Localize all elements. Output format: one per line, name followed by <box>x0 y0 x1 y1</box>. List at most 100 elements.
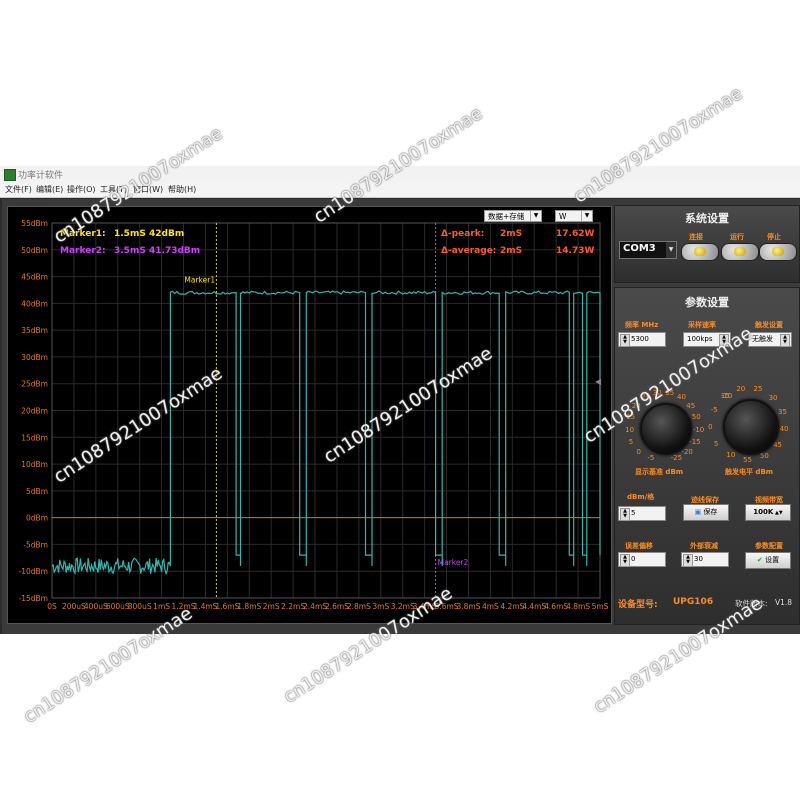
checkmark-icon: ✔ <box>756 556 766 564</box>
device-model-label: 设备型号: <box>618 600 658 610</box>
window-title: 功率计软件 <box>18 171 64 181</box>
y-tick-label: 5dBm <box>26 487 48 496</box>
frequency-label: 频率 MHz <box>625 321 659 329</box>
stop-button[interactable] <box>759 243 797 261</box>
reference-knob-tick: 5 <box>628 437 634 446</box>
com-port-select[interactable]: COM3 ▼ <box>619 241 677 259</box>
x-tick-label: 2.4mS <box>303 602 327 611</box>
y-tick-label: 40dBm <box>21 299 48 308</box>
per-div-label: dBm/格 <box>627 493 655 501</box>
video-bandwidth-value: 100K <box>753 508 774 516</box>
led-indicator <box>694 247 706 256</box>
reference-knob-tick: 0 <box>636 447 641 456</box>
x-tick-label: 4.6mS <box>544 602 568 611</box>
error-offset-value: 0 <box>631 555 636 563</box>
trigger-knob-tick: 20 <box>736 384 746 393</box>
trigger-knob-tick: 50 <box>759 452 769 461</box>
system-settings-section: 系统设置 COM3 ▼ 连接 运行 停止 <box>614 205 800 283</box>
chevron-down-icon: ▼ <box>666 242 676 258</box>
x-tick-label: 800uS <box>128 602 152 611</box>
x-tick-label: 2.2mS <box>281 602 305 611</box>
chevron-down-icon: ▼ <box>530 211 541 221</box>
trigger-knob-tick: 5 <box>713 439 719 448</box>
reference-knob-tick: 45 <box>686 401 696 410</box>
software-version-value: V1.8 <box>775 598 793 607</box>
com-port-value: COM3 <box>623 243 656 254</box>
marker1-time: 1.5mS <box>114 229 146 239</box>
mode-select[interactable]: 数据+存储 ▼ <box>484 210 542 222</box>
x-tick-label: 0S <box>47 602 57 611</box>
led-indicator <box>734 247 746 256</box>
trigger-knob-tick: -10 <box>720 392 733 401</box>
x-tick-label: 1.6mS <box>215 602 239 611</box>
param-config-label: 参数配置 <box>755 542 783 550</box>
marker1-plot-label: Marker1 <box>184 276 215 285</box>
y-tick-label: -5dBm <box>23 540 48 549</box>
x-tick-label: 1.8mS <box>237 602 261 611</box>
unit-select-value: W <box>559 212 567 221</box>
x-tick-label: 200uS <box>62 602 86 611</box>
marker2-time: 3.5mS <box>114 246 146 256</box>
x-tick-label: 2mS <box>263 602 280 611</box>
updown-icon: ▲▼ <box>683 554 693 567</box>
reference-knob-tick: -20 <box>681 447 693 456</box>
parameter-settings-section: 参数设置 频率 MHz ▲ ▼ 5300 采样速率 100kps ▲ ▼ 触发设置 … <box>614 287 800 625</box>
marker2-value: 41.73dBm <box>149 246 201 256</box>
updown-icon: ▲▼ <box>620 334 630 347</box>
trigger-knob-tick: 40 <box>779 425 789 434</box>
parameter-settings-title: 参数设置 <box>685 296 729 309</box>
param-config-button[interactable]: ✔ 设置 <box>745 552 791 569</box>
reference-knob-tick: 10 <box>625 425 635 434</box>
reference-level-label: 显示基准 dBm <box>635 468 684 476</box>
reference-knob-tick: 40 <box>677 393 686 402</box>
x-tick-label: 1.4mS <box>193 602 217 611</box>
power-scope: 55dBm 50dBm 45dBm 40dBm 35dBm 30dBm 25dBm 20dBm… <box>7 206 612 624</box>
video-bandwidth-select[interactable]: 100K ▲▼ <box>745 504 791 521</box>
trigger-knob-tick: 10 <box>726 451 736 460</box>
x-tick-label: 4.8mS <box>566 602 590 611</box>
per-div-input[interactable]: ▲ ▼ 5 <box>618 506 666 521</box>
x-tick-label: 2.6mS <box>325 602 349 611</box>
led-indicator <box>772 247 784 256</box>
trigger-knob-tick: 0 <box>708 423 713 432</box>
trace-save-button[interactable]: ▣ 保存 <box>683 504 729 521</box>
reference-knob-tick: -5 <box>647 453 655 462</box>
x-tick-label: 400uS <box>84 602 108 611</box>
reference-knob-tick: 50 <box>691 413 701 421</box>
menu-edit[interactable]: 编辑(E) <box>36 184 63 195</box>
menu-operate[interactable]: 操作(O) <box>67 184 96 195</box>
system-settings-title: 系统设置 <box>685 212 729 225</box>
delta-peak-label: Δ-peark: <box>441 229 485 239</box>
app-icon <box>4 169 16 181</box>
y-tick-label: 15dBm <box>21 433 48 442</box>
external-attenuation-input[interactable]: ▲ ▼ 30 <box>681 552 729 567</box>
marker1-value: 42dBm <box>149 229 185 239</box>
unit-select[interactable]: W ▼ <box>555 210 593 222</box>
menu-help[interactable]: 帮助(H) <box>168 184 196 195</box>
frequency-input[interactable]: ▲ ▼ 5300 <box>618 332 666 347</box>
collapse-arrow-icon[interactable]: ◀ <box>595 377 601 386</box>
delta-peak-time: 2mS <box>500 229 523 239</box>
x-tick-label: 600uS <box>106 602 130 611</box>
y-tick-label: -15dBm <box>19 594 48 603</box>
run-button[interactable] <box>721 243 759 261</box>
menu-file[interactable]: 文件(F) <box>5 184 32 195</box>
connect-button[interactable] <box>681 243 719 261</box>
connect-label: 连接 <box>689 233 703 241</box>
updown-icon: ▲▼ <box>773 510 783 516</box>
trigger-knob-tick: -5 <box>710 406 718 415</box>
param-config-button-label: 设置 <box>765 556 780 564</box>
device-model-value: UPG106 <box>673 597 714 607</box>
per-div-value: 5 <box>631 509 636 517</box>
reference-knob-tick: -10 <box>692 425 705 434</box>
external-attenuation-label: 外部衰减 <box>690 542 718 550</box>
x-tick-label: 5mS <box>592 602 609 611</box>
error-offset-input[interactable]: ▲ ▼ 0 <box>618 552 666 567</box>
y-tick-label: 25dBm <box>21 380 48 389</box>
trigger-level-knob[interactable] <box>723 399 779 455</box>
trigger-label: 触发设置 <box>755 321 783 329</box>
y-tick-label: -10dBm <box>19 567 48 576</box>
run-label: 运行 <box>730 233 744 241</box>
trigger-knob-tick: 55 <box>743 455 752 464</box>
y-tick-label: 10dBm <box>21 460 48 469</box>
